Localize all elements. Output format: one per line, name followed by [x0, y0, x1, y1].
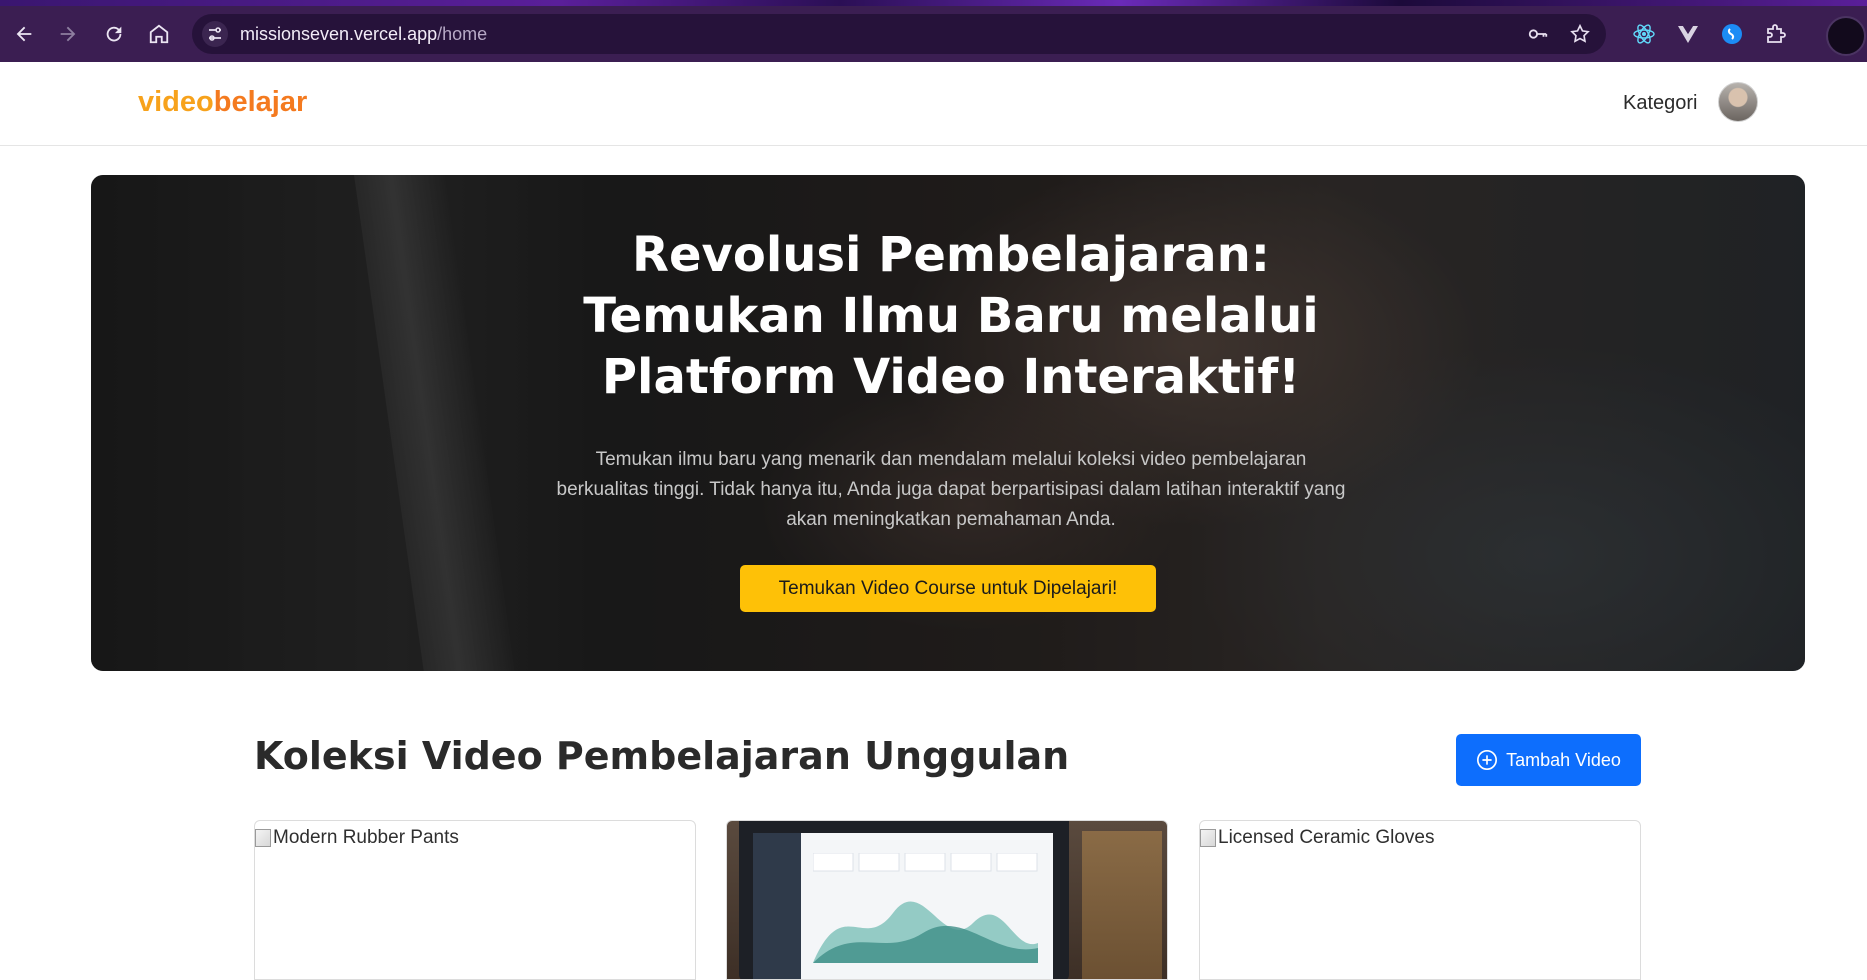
card-image-dashboard-chart: [813, 853, 1038, 963]
key-icon[interactable]: [1526, 22, 1550, 46]
vue-devtools-icon[interactable]: [1674, 20, 1702, 48]
browser-chrome: missionseven.vercel.app/home: [0, 0, 1867, 62]
card-image-alt: Modern Rubber Pants: [255, 827, 459, 849]
home-icon: [149, 24, 169, 44]
site-settings-icon[interactable]: [202, 21, 228, 47]
logo-part-belajar: belajar: [213, 86, 308, 118]
react-devtools-icon[interactable]: [1630, 20, 1658, 48]
card-image-alt-text: Licensed Ceramic Gloves: [1218, 827, 1435, 848]
section-title: Koleksi Video Pembelajaran Unggulan: [254, 734, 1070, 778]
card-image-dashboard: [753, 833, 1053, 979]
back-button[interactable]: [6, 16, 42, 52]
reload-button[interactable]: [96, 16, 132, 52]
logo-part-video: video: [138, 86, 214, 118]
tab-strip: [0, 0, 1867, 6]
omnibox-actions: [1526, 22, 1592, 46]
add-video-button[interactable]: Tambah Video: [1456, 734, 1641, 786]
plus-circle-icon: [1477, 750, 1498, 770]
address-bar[interactable]: missionseven.vercel.app/home: [192, 14, 1606, 54]
user-avatar[interactable]: [1718, 82, 1758, 122]
nav-kategori[interactable]: Kategori: [1623, 92, 1698, 115]
card-image-shelf: [1082, 831, 1162, 979]
card-image-dashboard-sidebar: [753, 833, 801, 979]
url-path: /home: [437, 23, 488, 44]
forward-button[interactable]: [50, 16, 86, 52]
arrow-right-icon: [60, 26, 76, 42]
card-image-alt: Licensed Ceramic Gloves: [1200, 827, 1434, 849]
video-card[interactable]: [726, 820, 1168, 980]
star-icon[interactable]: [1568, 22, 1592, 46]
video-card[interactable]: Modern Rubber Pants: [254, 820, 696, 980]
hero-cta-button[interactable]: Temukan Video Course untuk Dipelajari!: [740, 565, 1156, 612]
hero-subtitle: Temukan ilmu baru yang menarik dan menda…: [556, 449, 1346, 530]
site-header: videobelajar Kategori: [0, 62, 1867, 146]
hero-banner: Revolusi Pembelajaran: Temukan Ilmu Baru…: [91, 175, 1805, 671]
url-host: missionseven.vercel.app: [240, 23, 438, 44]
video-card[interactable]: Licensed Ceramic Gloves: [1199, 820, 1641, 980]
card-image-laptop: [739, 821, 1069, 979]
add-video-label: Tambah Video: [1506, 749, 1621, 770]
extensions-puzzle-icon[interactable]: [1762, 20, 1790, 48]
home-button[interactable]: [141, 16, 177, 52]
site-logo[interactable]: videobelajar: [138, 86, 307, 119]
hero-title: Revolusi Pembelajaran: Temukan Ilmu Baru…: [583, 227, 1319, 405]
browser-profile-avatar[interactable]: [1826, 16, 1866, 56]
broken-image-icon: [255, 829, 271, 847]
shazam-extension-icon[interactable]: [1718, 20, 1746, 48]
arrow-left-icon: [16, 26, 32, 42]
broken-image-icon: [1200, 829, 1216, 847]
reload-icon: [106, 26, 122, 42]
card-image-alt-text: Modern Rubber Pants: [273, 827, 459, 848]
url-text: missionseven.vercel.app/home: [240, 24, 487, 45]
